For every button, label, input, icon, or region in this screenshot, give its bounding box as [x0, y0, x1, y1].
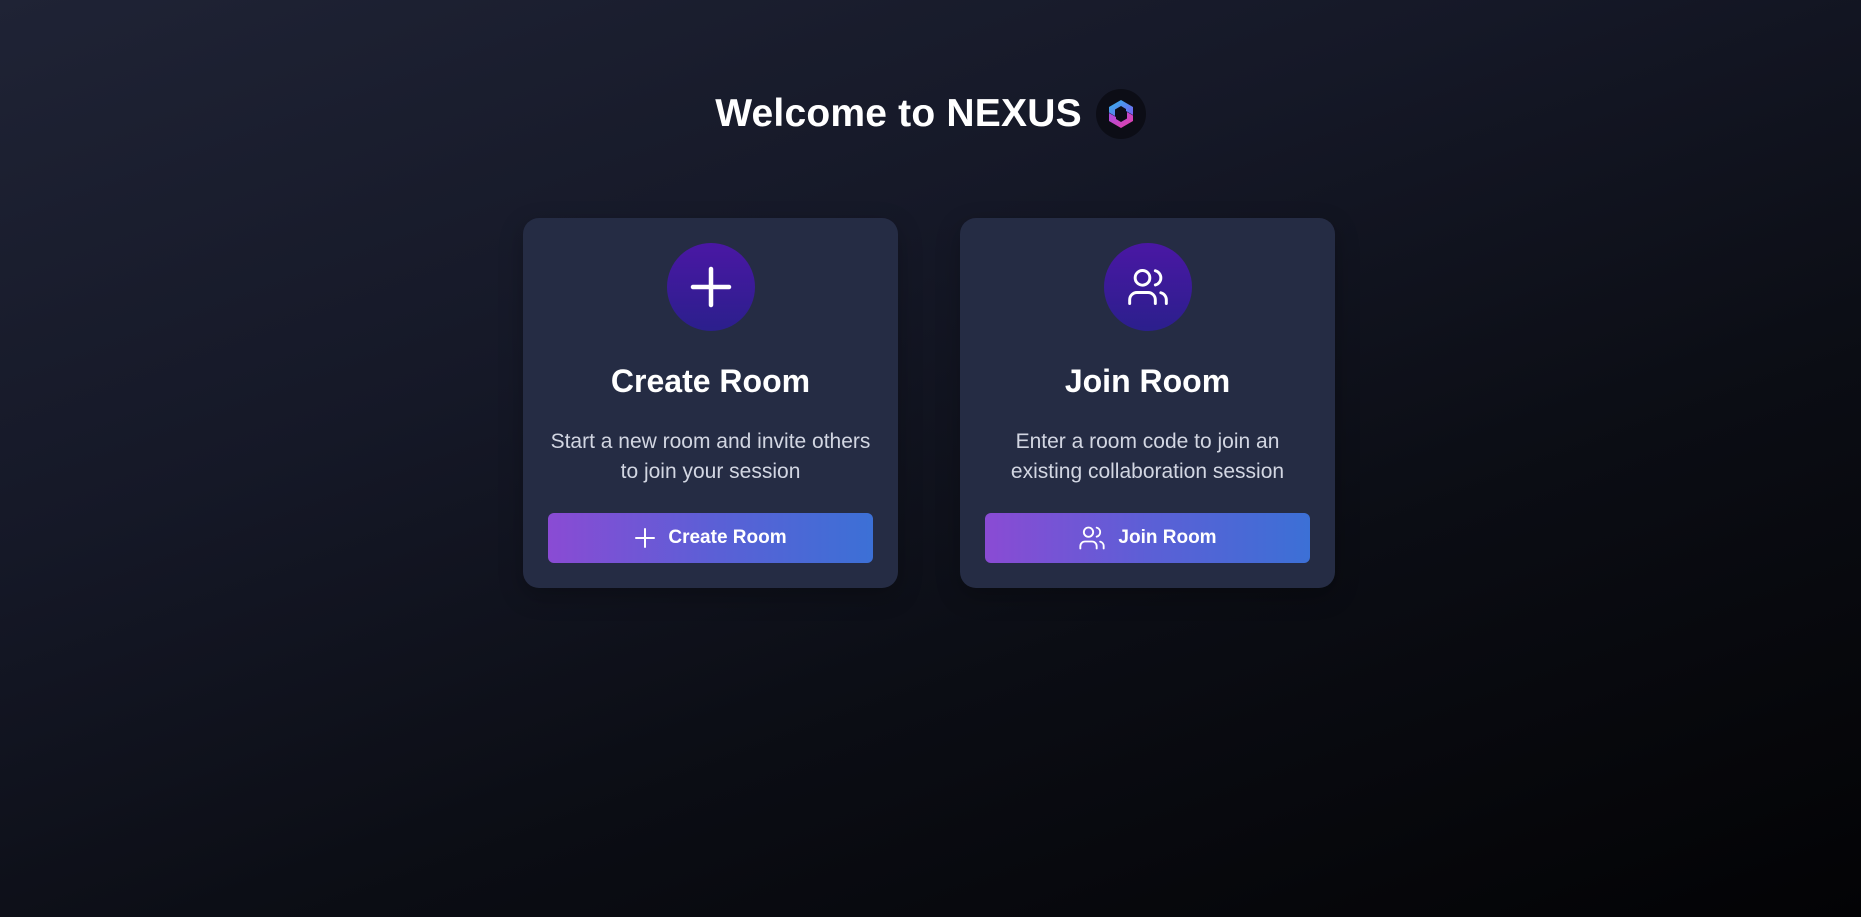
create-room-card: Create Room Start a new room and invite …	[523, 218, 898, 588]
card-title: Create Room	[610, 363, 811, 399]
button-label: Create Room	[668, 527, 787, 548]
nexus-logo-icon	[1095, 89, 1146, 139]
card-description: Start a new room and invite others to jo…	[550, 430, 871, 483]
users-icon	[1103, 243, 1192, 331]
plus-icon	[666, 243, 755, 331]
page-title: Welcome to NEXUS	[715, 92, 1082, 135]
join-room-button[interactable]: Join Room	[985, 513, 1310, 563]
action-cards: Create Room Start a new room and invite …	[523, 218, 1335, 588]
welcome-page: Welcome to NEXUS Create Room Start a new…	[0, 0, 1861, 917]
join-room-card: Join Room Enter a room code to join an e…	[960, 218, 1335, 588]
create-room-button[interactable]: Create Room	[548, 513, 873, 563]
header: Welcome to NEXUS	[0, 88, 1861, 140]
users-icon	[1078, 524, 1106, 552]
card-title: Join Room	[1064, 363, 1231, 399]
plus-icon	[634, 527, 656, 549]
button-label: Join Room	[1118, 527, 1217, 548]
card-description: Enter a room code to join an existing co…	[1010, 430, 1285, 483]
